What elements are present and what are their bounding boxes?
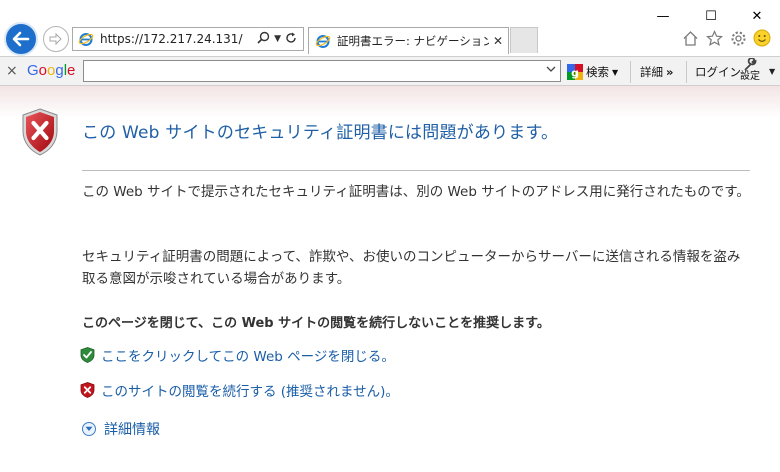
error-shield-icon (22, 108, 58, 156)
new-tab-button[interactable] (510, 27, 538, 53)
continue-to-site-link[interactable]: このサイトの閲覧を続行する (推奨されません)。 (101, 380, 399, 400)
google-g-icon: g (567, 64, 583, 80)
wrench-icon (744, 58, 757, 71)
ie-logo-icon (78, 33, 94, 46)
google-search-input[interactable] (84, 61, 542, 81)
green-shield-check-icon (80, 347, 95, 363)
address-url[interactable]: https://172.217.24.131/ (100, 32, 250, 46)
home-icon[interactable] (680, 28, 700, 48)
continue-site-row: このサイトの閲覧を続行する (推奨されません)。 (80, 380, 399, 400)
certificate-error-page: この Web サイトのセキュリティ証明書には問題があります。 この Web サイ… (0, 86, 780, 472)
title-bar: — ☐ ✕ https://172.217.24.131/ ▼ 証明書エラー: … (0, 0, 780, 56)
search-icon[interactable] (257, 31, 270, 47)
page-title: この Web サイトのセキュリティ証明書には問題があります。 (82, 123, 559, 143)
more-label: 詳細 (640, 65, 663, 79)
browser-window: — ☐ ✕ https://172.217.24.131/ ▼ 証明書エラー: … (0, 0, 780, 472)
arrow-right-icon (49, 32, 62, 46)
login-button[interactable]: ログイン (695, 64, 741, 80)
google-logo[interactable]: Google (27, 62, 75, 79)
google-search-button[interactable]: g 検索 ▼ (567, 64, 618, 80)
more-information-label: 詳細情報 (104, 422, 160, 438)
address-bar[interactable]: https://172.217.24.131/ ▼ (72, 27, 304, 51)
security-warning-text: セキュリティ証明書の問題によって、詐欺や、お使いのコンピューターからサーバーに送… (82, 249, 741, 287)
favorites-star-icon[interactable] (704, 28, 724, 48)
address-dropdown-icon[interactable]: ▼ (274, 34, 281, 44)
svg-text:g: g (571, 67, 579, 80)
tools-gear-icon[interactable] (728, 28, 748, 48)
arrow-left-icon (12, 31, 30, 47)
tab-close-icon[interactable]: ✕ (493, 34, 503, 48)
search-options-dropdown-icon[interactable]: ▼ (612, 68, 618, 77)
tab-title: 証明書エラー: ナビゲーションはブ... (337, 34, 489, 48)
close-page-row: ここをクリックしてこの Web ページを閉じる。 (80, 345, 395, 365)
settings-label: 設定 (740, 71, 760, 82)
back-button[interactable] (4, 22, 38, 56)
google-logo-letter: G (27, 62, 39, 79)
google-logo-letter: g (55, 62, 64, 79)
forward-button[interactable] (43, 26, 69, 52)
google-toolbar: × Google g 検索 ▼ 詳細 » ログイン 設定 ▼ (0, 56, 780, 86)
smiley-feedback-icon[interactable] (752, 28, 772, 48)
double-chevron-icon: » (666, 65, 674, 79)
login-label: ログイン (695, 65, 741, 79)
google-logo-letter: o (38, 62, 48, 79)
settings-button[interactable]: 設定 (740, 58, 760, 82)
tab-certificate-error[interactable]: 証明書エラー: ナビゲーションはブ... ✕ (308, 27, 509, 54)
more-information-toggle[interactable]: 詳細情報 (82, 419, 160, 439)
settings-dropdown-icon[interactable]: ▼ (769, 67, 775, 76)
expand-chevron-icon (82, 422, 96, 436)
red-shield-x-icon (80, 382, 95, 398)
refresh-icon[interactable] (285, 32, 297, 47)
google-search-box[interactable] (83, 60, 561, 82)
more-button[interactable]: 詳細 » (640, 64, 673, 80)
toolbar-divider (686, 61, 687, 83)
toolbar-divider (630, 61, 631, 83)
chevron-down-icon[interactable] (546, 64, 556, 77)
search-button-label: 検索 (586, 65, 609, 79)
ie-logo-icon (315, 35, 331, 48)
certificate-mismatch-text: この Web サイトで提示されたセキュリティ証明書は、別の Web サイトのアド… (82, 184, 750, 200)
toolbar-close-icon[interactable]: × (6, 63, 18, 79)
google-logo-letter: e (67, 62, 76, 79)
divider (82, 170, 750, 171)
recommendation-text: このページを閉じて、この Web サイトの閲覧を続行しないことを推奨します。 (82, 316, 550, 331)
close-page-link[interactable]: ここをクリックしてこの Web ページを閉じる。 (101, 345, 395, 365)
